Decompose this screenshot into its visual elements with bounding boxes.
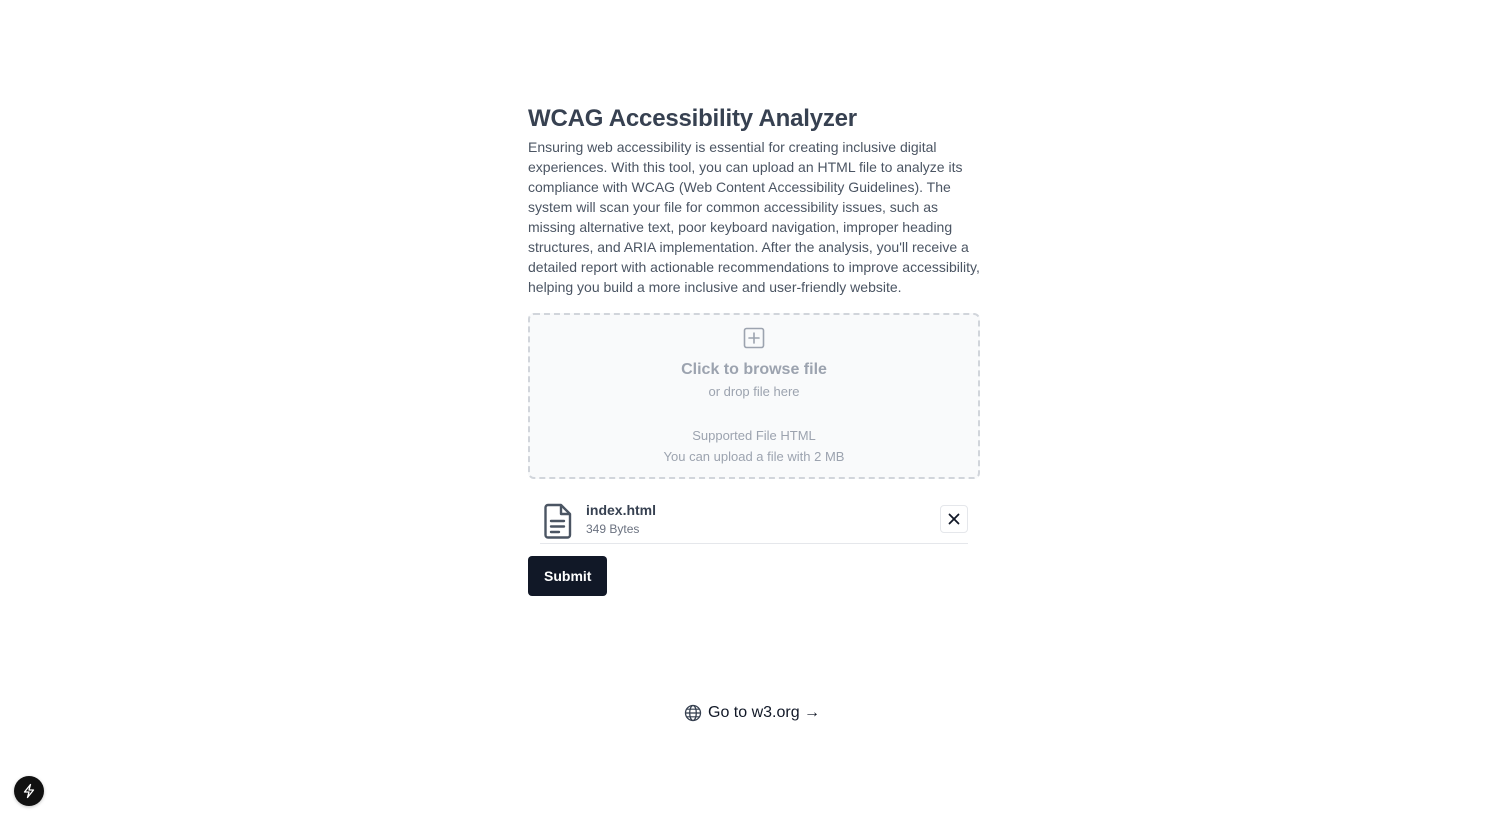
plus-square-icon (743, 327, 765, 349)
browse-file-label[interactable]: Click to browse file (681, 359, 827, 381)
close-icon (948, 513, 960, 525)
file-info: index.html 349 Bytes (586, 500, 656, 537)
analyzer-panel: WCAG Accessibility Analyzer Ensuring web… (528, 104, 980, 596)
size-limit-label: You can upload a file with 2 MB (663, 449, 845, 464)
page: WCAG Accessibility Analyzer Ensuring web… (0, 0, 1510, 820)
file-size: 349 Bytes (586, 522, 640, 536)
uploaded-file-item: index.html 349 Bytes (540, 497, 968, 544)
remove-file-button[interactable] (940, 505, 968, 533)
w3-link-label[interactable]: Go to w3.org → (708, 704, 820, 722)
supported-file-label: Supported File HTML (692, 428, 816, 443)
document-icon (544, 503, 572, 539)
drop-file-label: or drop file here (708, 384, 800, 399)
bolt-icon (23, 783, 35, 799)
file-dropzone[interactable]: Click to browse file or drop file here S… (528, 313, 980, 479)
page-description: Ensuring web accessibility is essential … (528, 139, 980, 295)
w3-link[interactable]: Go to w3.org → (684, 704, 820, 722)
globe-icon (684, 704, 702, 722)
page-title: WCAG Accessibility Analyzer (528, 105, 857, 132)
file-name: index.html (586, 502, 657, 518)
bolt-badge[interactable] (14, 776, 44, 806)
submit-button[interactable]: Submit (528, 556, 608, 596)
